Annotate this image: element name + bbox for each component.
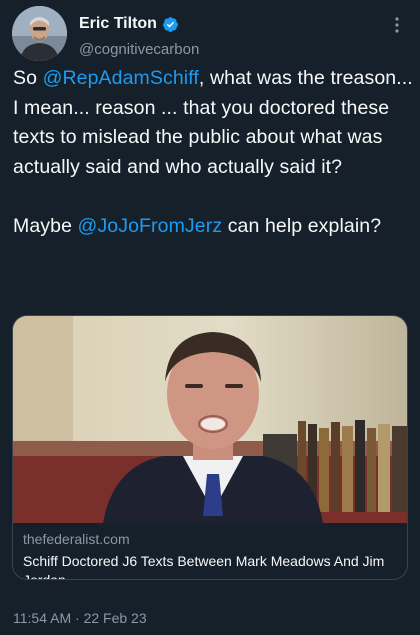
link-card-meta: thefederalist.com Schiff Doctored J6 Tex…	[23, 531, 399, 580]
timestamp-separator: ·	[75, 610, 80, 626]
author-handle[interactable]: @cognitivecarbon	[79, 41, 199, 58]
tweet-text: So @RepAdamSchiff, what was the treason.…	[13, 64, 413, 271]
tweet: Eric Tilton @cognitivecarbon So @RepAdam…	[0, 0, 420, 635]
tweet-date: 22 Feb 23	[83, 610, 147, 626]
tweet-paragraph-2: Maybe @JoJoFromJerz can help explain?	[13, 212, 413, 242]
tweet-time: 11:54 AM	[13, 610, 72, 626]
tweet-header: Eric Tilton @cognitivecarbon	[12, 6, 408, 64]
link-card-image[interactable]	[13, 316, 407, 523]
avatar-photo	[12, 6, 67, 61]
author-names: Eric Tilton @cognitivecarbon	[79, 14, 199, 58]
avatar[interactable]	[12, 6, 67, 61]
author-display-name[interactable]: Eric Tilton	[79, 15, 157, 33]
link-card-title: Schiff Doctored J6 Texts Between Mark Me…	[23, 553, 385, 580]
mention-link[interactable]: @RepAdamSchiff	[43, 67, 199, 89]
link-card-domain: thefederalist.com	[23, 531, 130, 547]
tweet-text-segment: So	[13, 67, 43, 89]
verified-badge-icon	[162, 16, 179, 33]
more-options-icon[interactable]	[388, 14, 406, 36]
tweet-timestamp[interactable]: 11:54 AM · 22 Feb 23	[13, 610, 147, 626]
tweet-text-segment: can help explain?	[222, 214, 382, 237]
mention-link[interactable]: @JoJoFromJerz	[78, 215, 223, 237]
tweet-paragraph-1: So @RepAdamSchiff, what was the treason.…	[13, 64, 413, 182]
tweet-text-segment: Maybe	[13, 214, 78, 237]
link-card[interactable]: thefederalist.com Schiff Doctored J6 Tex…	[12, 315, 408, 580]
